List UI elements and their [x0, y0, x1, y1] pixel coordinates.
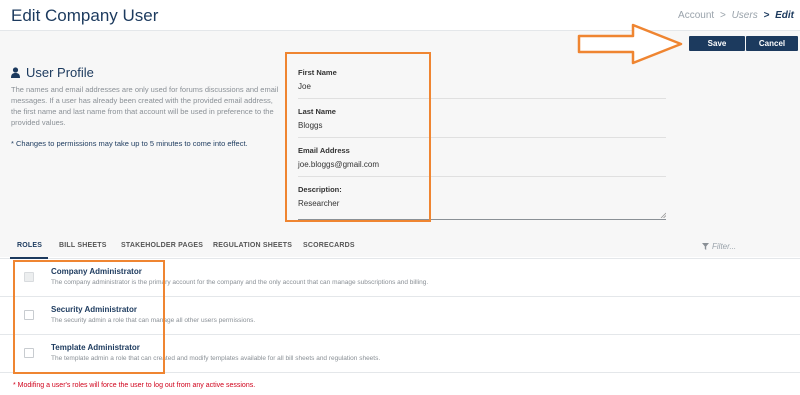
tab-scorecards[interactable]: SCORECARDS	[303, 242, 355, 249]
user-icon	[11, 67, 20, 78]
tab-bill-sheets[interactable]: BILL SHEETS	[59, 242, 107, 249]
breadcrumb-edit: Edit	[775, 10, 794, 21]
highlight-box-form	[285, 52, 431, 222]
cancel-button[interactable]: Cancel	[746, 36, 798, 51]
profile-description: The names and email addresses are only u…	[11, 85, 279, 127]
breadcrumb: Account > Users > Edit	[678, 10, 794, 21]
tab-bar: ROLES BILL SHEETS STAKEHOLDER PAGES REGU…	[0, 237, 800, 259]
permissions-note: * Changes to permissions may take up to …	[11, 139, 248, 148]
breadcrumb-separator: >	[763, 10, 770, 21]
tab-stakeholder-pages[interactable]: STAKEHOLDER PAGES	[121, 242, 203, 249]
profile-heading: User Profile	[11, 65, 94, 80]
highlight-box-roles	[13, 260, 165, 374]
save-button[interactable]: Save	[689, 36, 745, 51]
filter-control[interactable]: Filter...	[702, 242, 736, 251]
tab-regulation-sheets[interactable]: REGULATION SHEETS	[213, 242, 292, 249]
resize-handle-icon[interactable]	[660, 212, 666, 218]
tab-roles[interactable]: ROLES	[17, 242, 42, 249]
filter-icon	[702, 243, 709, 250]
breadcrumb-account[interactable]: Account	[678, 10, 714, 21]
page-title: Edit Company User	[11, 6, 159, 25]
logout-warning: * Modifing a user's roles will force the…	[13, 382, 256, 389]
breadcrumb-users[interactable]: Users	[732, 10, 758, 21]
page: Edit Company User Account > Users > Edit…	[0, 0, 800, 395]
profile-title: User Profile	[26, 65, 94, 80]
breadcrumb-separator: >	[719, 10, 726, 21]
filter-input[interactable]: Filter...	[712, 242, 736, 251]
